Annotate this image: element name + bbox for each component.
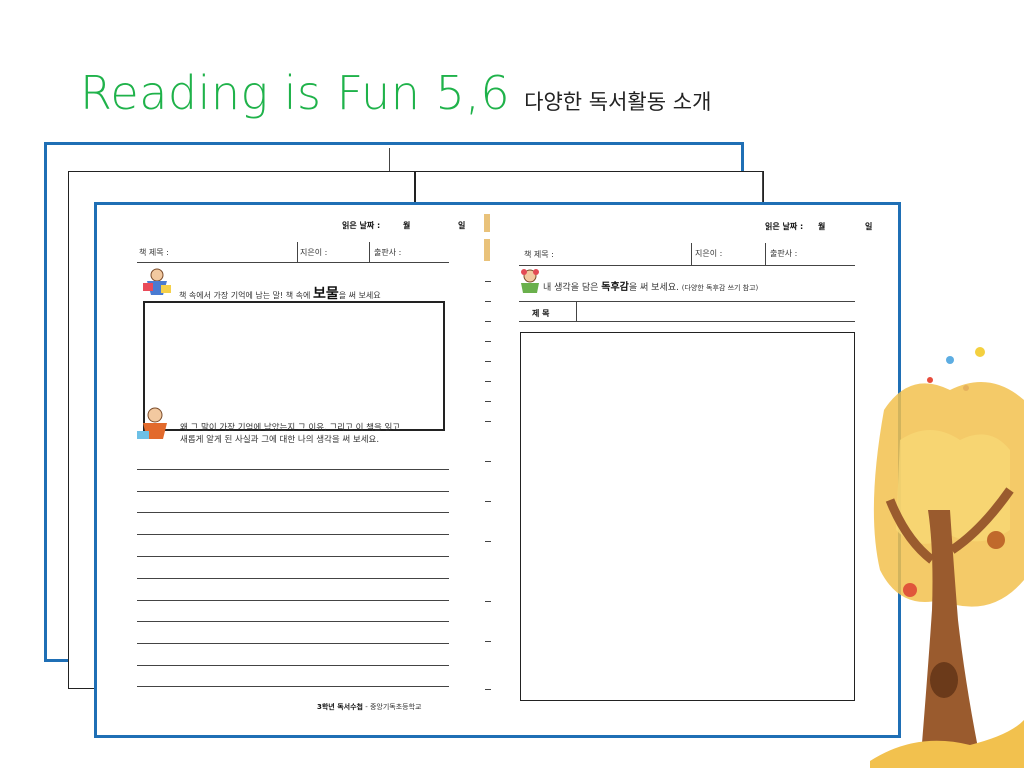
right-prompt-bold: 독후감 [601, 282, 629, 293]
left-prompt1-text: 책 속에서 가장 기억에 남는 말! 책 속에 보물을 써 보세요 [179, 283, 381, 303]
frame-mid-right-tick [762, 172, 763, 202]
binding-dash [485, 361, 491, 362]
binding-dash [485, 301, 491, 302]
left-footer-bold: 3학년 독서수첩 [317, 703, 363, 711]
left-prompt2-line2: 새롭게 알게 된 사실과 그에 대한 나의 생각을 써 보세요. [180, 435, 380, 445]
writing-line [137, 643, 449, 644]
binding-dash [485, 281, 491, 282]
right-subject-divider [576, 301, 577, 321]
writing-line [137, 491, 449, 492]
slide-title: Reading is Fun 5,6 다양한 독서활동 소개 [80, 66, 711, 120]
slide-title-main: Reading is Fun 5,6 [80, 66, 511, 120]
right-prompt-hint: (다양한 독후감 쓰기 참고) [681, 284, 759, 292]
writing-line [137, 534, 449, 535]
left-info-divider-2 [369, 242, 370, 262]
right-info-divider-2 [765, 243, 766, 265]
slide-title-sub: 다양한 독서활동 소개 [524, 90, 712, 114]
right-month: 월 [818, 222, 826, 231]
autumn-tree-illustration [870, 347, 1024, 768]
right-publisher-label: 출판사 : [770, 249, 798, 258]
left-author-label: 지은이 : [300, 248, 328, 257]
writing-line [137, 469, 449, 470]
left-info-underline [137, 262, 449, 263]
binding-dash [485, 401, 491, 402]
right-author-label: 지은이 : [695, 249, 723, 258]
right-prompt-post: 을 써 보세요. [628, 283, 679, 293]
left-info-divider-1 [297, 242, 298, 262]
right-day: 일 [865, 222, 873, 231]
writing-line [137, 512, 449, 513]
right-subject-label: 제 목 [532, 309, 550, 318]
writing-line [137, 600, 449, 601]
binding-dash [485, 541, 491, 542]
writing-line [137, 578, 449, 579]
frame-mid-divider [414, 172, 416, 202]
worksheet-frame-front: 읽은 날짜 : 월 일 책 제목 : 지은이 : 출판사 : 책 속에서 가장 … [94, 202, 901, 738]
binding-dash [485, 689, 491, 690]
binding-tab [484, 214, 490, 232]
binding-dash [485, 501, 491, 502]
left-treasure-box [143, 301, 445, 431]
binding-dash [485, 381, 491, 382]
child-thinking-icon [137, 407, 167, 439]
left-prompt1-pre: 책 속에서 가장 기억에 남는 말! 책 속에 [179, 291, 311, 300]
left-footer-rest: - 중앙기독초등학교 [365, 703, 422, 711]
right-essay-box [520, 332, 855, 701]
binding-dash [485, 321, 491, 322]
binding-tab [484, 239, 490, 261]
writing-line [137, 665, 449, 666]
right-subject-topline [519, 301, 855, 302]
right-date-label: 읽은 날짜 : [765, 222, 804, 231]
binding-dash [485, 641, 491, 642]
writing-line [137, 621, 449, 622]
left-month: 월 [403, 221, 411, 230]
right-subject-underline [519, 321, 855, 322]
child-reading-icon [143, 268, 171, 295]
right-prompt-pre: 내 생각을 담은 [543, 283, 599, 293]
left-prompt1-post: 을 써 보세요 [338, 291, 381, 300]
right-info-underline [519, 265, 855, 266]
child-writing-icon [521, 269, 539, 293]
right-info-divider-1 [691, 243, 692, 265]
left-prompt2-line1: 왜 그 말이 가장 기억에 남았는지 그 이유, 그리고 이 책을 읽고 [180, 423, 401, 433]
left-prompt1-big: 보물 [312, 286, 339, 302]
left-date-label: 읽은 날짜 : [342, 221, 381, 230]
writing-line [137, 556, 449, 557]
writing-line [137, 686, 449, 687]
left-book-title-label: 책 제목 : [139, 248, 169, 257]
left-publisher-label: 출판사 : [374, 248, 402, 257]
binding-dash [485, 341, 491, 342]
binding-dash [485, 421, 491, 422]
right-book-title-label: 책 제목 : [524, 250, 554, 259]
binding-dash [485, 601, 491, 602]
left-day: 일 [458, 221, 466, 230]
left-footer: 3학년 독서수첩 - 중앙기독초등학교 [317, 702, 421, 712]
right-prompt-text: 내 생각을 담은 독후감을 써 보세요. (다양한 독후감 쓰기 참고) [543, 278, 758, 293]
binding-dash [485, 461, 491, 462]
